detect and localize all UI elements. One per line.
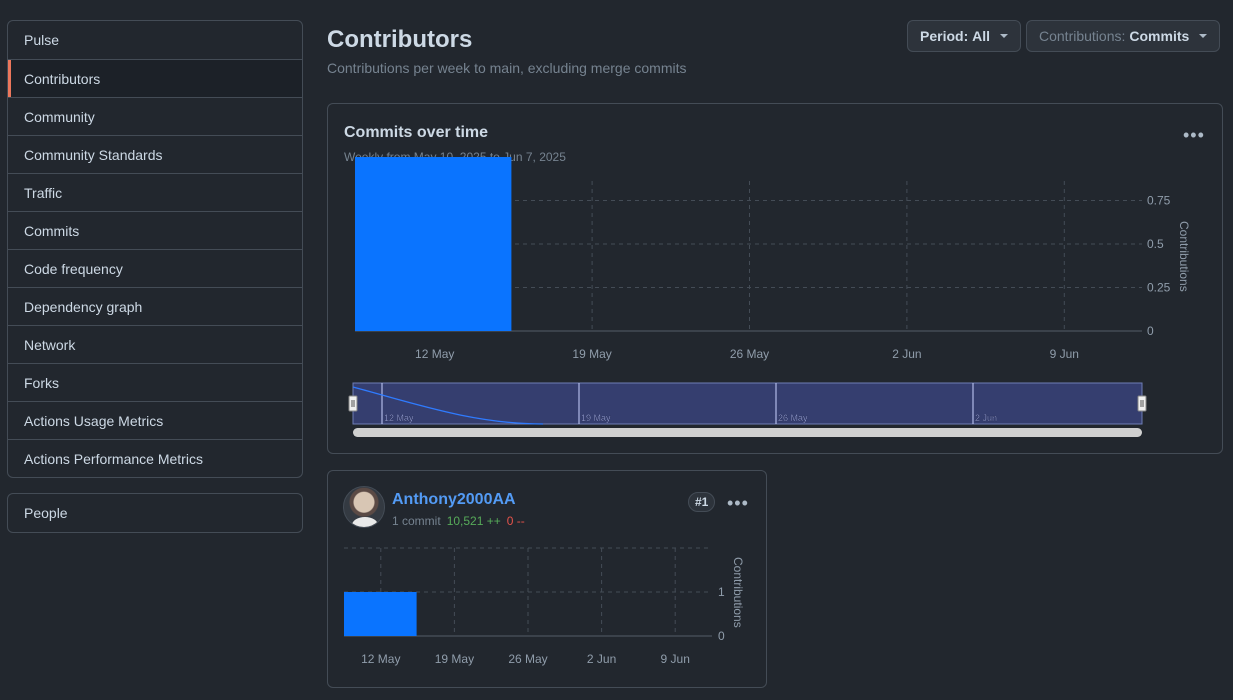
sidebar-item-forks[interactable]: Forks (8, 363, 302, 401)
x-tick-label: 2 Jun (892, 347, 921, 361)
contributor-chart: 0 1 12 May 19 May 26 May 2 Jun 9 Jun Contributi… (344, 547, 745, 666)
commits-over-time-card: Commits over time Weekly from May 10, 20… (327, 103, 1223, 454)
contributions-type-dropdown[interactable]: Contributions: Commits (1026, 20, 1221, 52)
navigator-label: 2 Jun (975, 413, 997, 423)
caret-down-icon (1000, 34, 1009, 38)
page-title: Contributors (327, 26, 473, 53)
y-axis-title: Contributions (1177, 221, 1191, 292)
commits-chart: 0 0.25 0.5 0.75 12 May 19 May 26 May 2 Jun 9 Jun… (348, 157, 1191, 437)
y-tick-label: 0 (1147, 324, 1154, 338)
sidebar-item-pulse[interactable]: Pulse (8, 21, 302, 59)
navigator-scrollbar (353, 428, 1142, 437)
contributions-value: Commits (1129, 28, 1190, 44)
navigator-handle-right (1137, 395, 1147, 412)
navigator-label: 26 May (778, 413, 808, 423)
sidebar-item-community-standards[interactable]: Community Standards (8, 135, 302, 173)
y-tick-label: 1 (718, 585, 725, 599)
y-tick-label: 0.5 (1147, 237, 1164, 251)
bar (344, 592, 417, 636)
people-sidebar: People (7, 493, 303, 533)
y-tick-label: 0 (718, 629, 725, 643)
y-tick-label: 0.25 (1147, 281, 1171, 295)
y-axis-title: Contributions (731, 557, 745, 628)
navigator-label: 12 May (384, 413, 414, 423)
insights-sidebar: Pulse Contributors Community Community S… (7, 20, 303, 478)
sidebar-item-commits[interactable]: Commits (8, 211, 302, 249)
contributor-card: Anthony2000AA 1 commit 10,521 ++ 0 -- #1 •… (327, 470, 767, 688)
x-tick-label: 9 Jun (661, 652, 690, 666)
x-tick-label: 9 Jun (1050, 347, 1079, 361)
caret-down-icon (1199, 34, 1208, 38)
sidebar-item-contributors[interactable]: Contributors (8, 59, 302, 97)
x-tick-label: 26 May (508, 652, 547, 666)
period-prefix: Period: (920, 28, 969, 44)
x-tick-label: 2 Jun (587, 652, 616, 666)
x-tick-label: 12 May (415, 347, 454, 361)
period-value: All (972, 28, 991, 44)
bar (355, 157, 512, 331)
navigator-range (352, 382, 1143, 425)
x-tick-label: 19 May (572, 347, 611, 361)
x-tick-label: 12 May (361, 652, 400, 666)
period-dropdown[interactable]: Period: All (907, 20, 1022, 52)
sidebar-item-actions-performance-metrics[interactable]: Actions Performance Metrics (8, 439, 302, 477)
x-tick-label: 26 May (730, 347, 769, 361)
navigator-label: 19 May (581, 413, 611, 423)
sidebar-item-code-frequency[interactable]: Code frequency (8, 249, 302, 287)
sidebar-item-traffic[interactable]: Traffic (8, 173, 302, 211)
x-tick-label: 19 May (435, 652, 474, 666)
page-subtitle: Contributions per week to main, excludin… (327, 60, 687, 76)
sidebar-item-dependency-graph[interactable]: Dependency graph (8, 287, 302, 325)
sidebar-item-people[interactable]: People (8, 494, 302, 532)
navigator-handle-left (348, 395, 358, 412)
y-tick-label: 0.75 (1147, 194, 1171, 208)
sidebar-item-network[interactable]: Network (8, 325, 302, 363)
sidebar-item-actions-usage-metrics[interactable]: Actions Usage Metrics (8, 401, 302, 439)
contributions-prefix: Contributions: (1039, 28, 1126, 44)
sidebar-item-community[interactable]: Community (8, 97, 302, 135)
